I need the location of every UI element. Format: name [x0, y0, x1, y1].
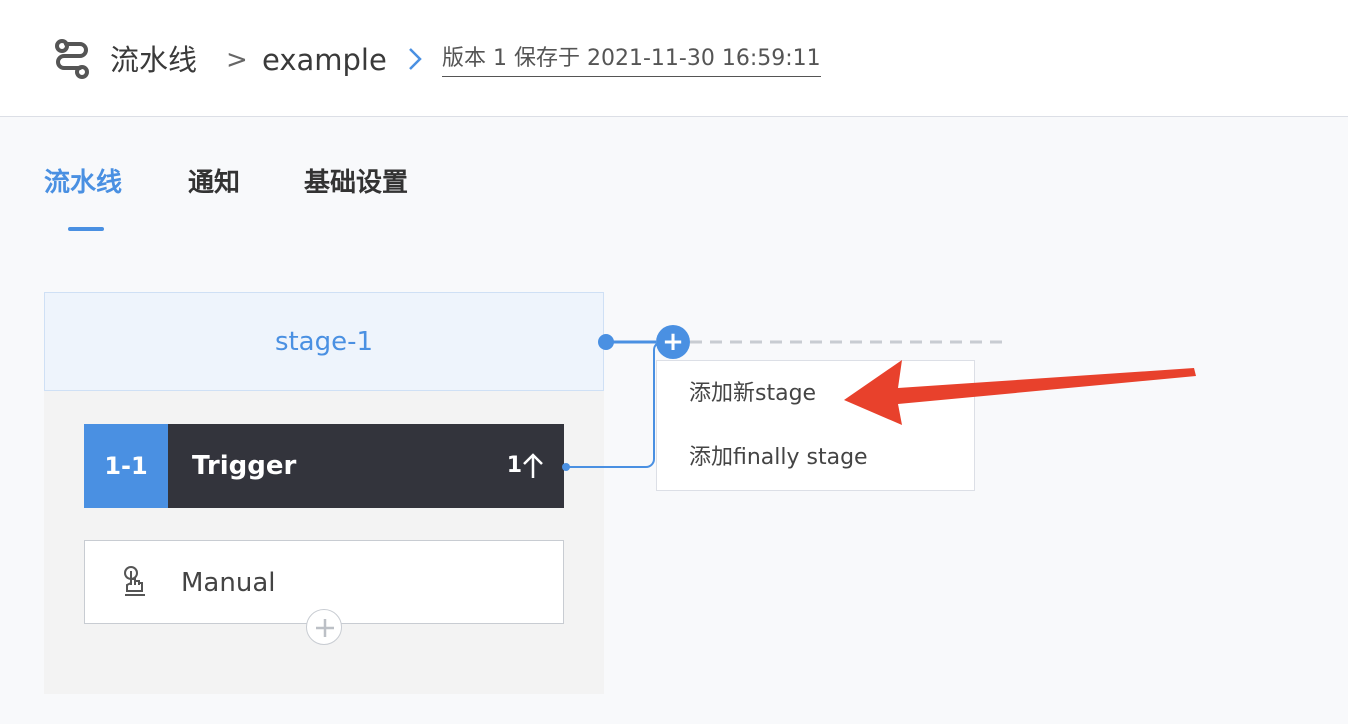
- tab-basic-settings[interactable]: 基础设置: [304, 166, 408, 200]
- stage-name: stage-1: [274, 326, 374, 357]
- stage-header[interactable]: stage-1: [44, 292, 604, 391]
- task-name: Trigger: [192, 451, 297, 481]
- chevron-right-icon: [409, 48, 422, 70]
- up-arrow-icon[interactable]: [522, 452, 544, 480]
- pipeline-icon: [55, 39, 89, 79]
- menu-item-add-new-stage[interactable]: 添加新stage: [689, 378, 816, 410]
- hand-pointer-icon: [124, 566, 145, 596]
- top-header: 流水线 > example 版本 1 保存于 2021-11-30 16:59:…: [0, 0, 1348, 117]
- trigger-label: Manual: [181, 568, 276, 598]
- breadcrumb-pipelines[interactable]: 流水线: [110, 40, 197, 80]
- version-saved-link[interactable]: 版本 1 保存于 2021-11-30 16:59:11: [442, 44, 821, 77]
- active-tab-indicator: [68, 227, 104, 231]
- breadcrumb-pipeline-name[interactable]: example: [262, 40, 387, 80]
- breadcrumb-separator: >: [226, 45, 248, 75]
- add-task-button[interactable]: [306, 609, 342, 645]
- tab-notifications[interactable]: 通知: [188, 166, 240, 200]
- add-stage-menu: 添加新stage 添加finally stage: [656, 360, 975, 491]
- plus-icon: [316, 619, 334, 637]
- task-card[interactable]: 1-1 Trigger 1: [84, 424, 564, 508]
- tab-pipeline[interactable]: 流水线: [44, 166, 122, 200]
- task-count: 1: [506, 453, 522, 478]
- task-index: 1-1: [84, 424, 168, 508]
- stage-column: stage-1 1-1 Trigger 1 Manual: [44, 292, 604, 694]
- menu-item-add-finally-stage[interactable]: 添加finally stage: [689, 442, 868, 474]
- add-stage-button[interactable]: +: [656, 325, 690, 359]
